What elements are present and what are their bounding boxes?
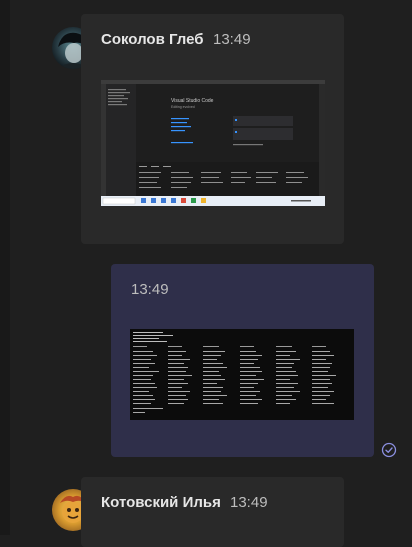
terminal-screenshot[interactable] xyxy=(130,329,354,420)
left-rail xyxy=(0,0,10,535)
message-time: 13:49 xyxy=(230,494,268,511)
check-circle-icon xyxy=(381,442,397,458)
vscode-welcome-title: Visual Studio Code xyxy=(171,98,214,104)
vscode-welcome-subtitle: Editing evolved xyxy=(171,105,195,109)
message-bubble-sokolov[interactable]: Соколов Глеб 13:49 Visual Studio Code Ed… xyxy=(81,14,344,244)
sender-name[interactable]: Котовский Илья xyxy=(101,494,221,511)
message-bubble-kotovsky[interactable]: Котовский Илья 13:49 xyxy=(81,477,344,547)
vscode-screenshot[interactable]: Visual Studio Code Editing evolved xyxy=(101,80,325,206)
sender-name[interactable]: Соколов Глеб xyxy=(101,31,203,48)
message-time: 13:49 xyxy=(213,31,251,48)
message-time: 13:49 xyxy=(131,281,169,298)
message-bubble-outgoing[interactable]: 13:49 xyxy=(111,264,374,457)
